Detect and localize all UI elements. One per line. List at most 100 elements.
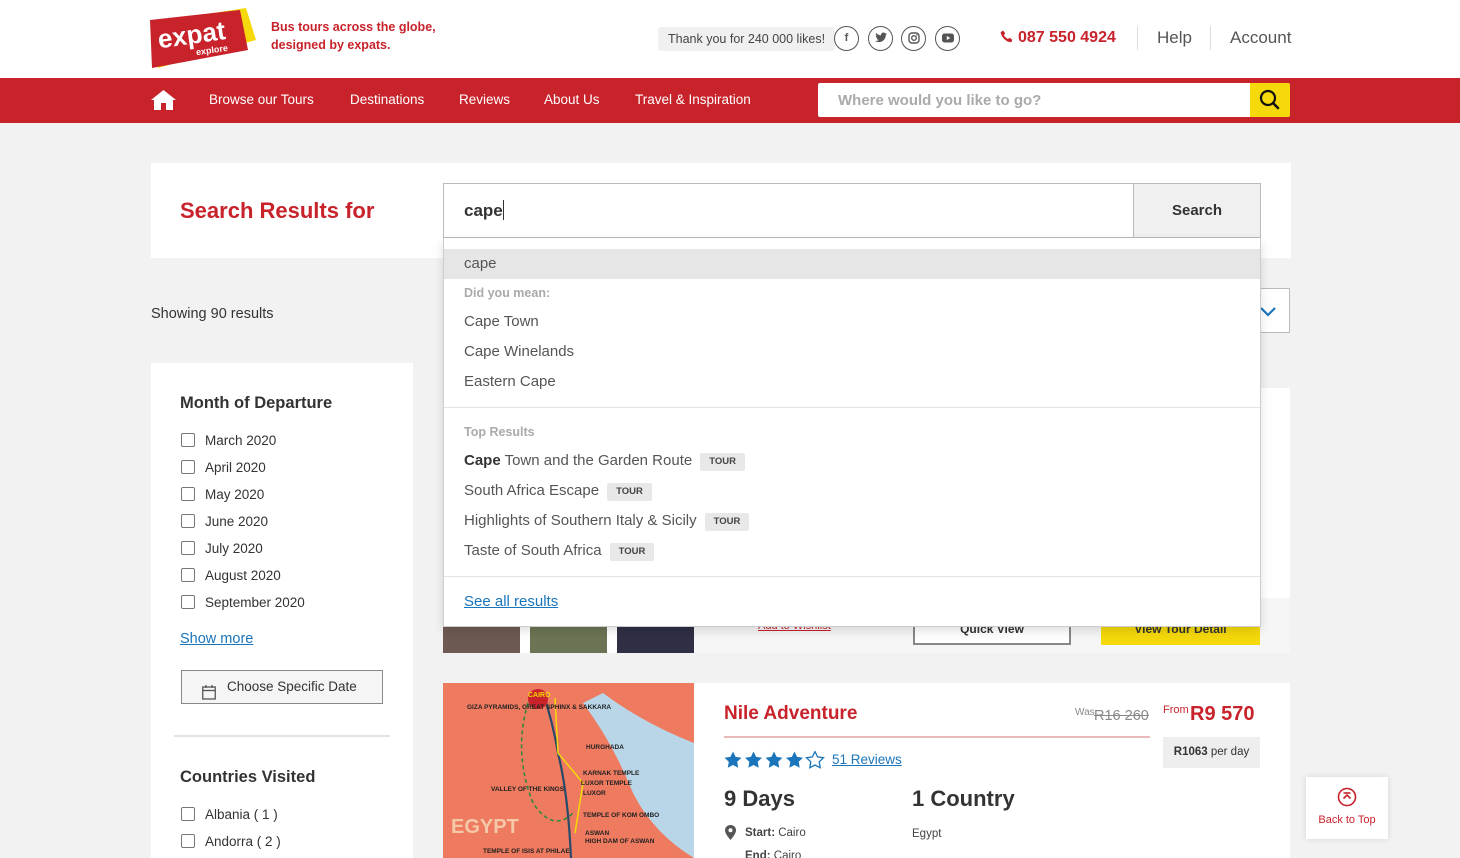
star-icon — [724, 751, 742, 768]
month-filter-option[interactable]: May 2020 — [181, 487, 264, 503]
did-you-mean-label: Did you mean: — [464, 286, 551, 300]
top-result-item[interactable]: Highlights of Southern Italy & Sicily TOU… — [464, 512, 750, 531]
svg-text:HURGHADA: HURGHADA — [586, 744, 624, 751]
star-half-icon — [805, 750, 825, 769]
checkbox[interactable] — [181, 541, 195, 555]
show-more-link[interactable]: Show more — [180, 630, 253, 648]
month-filter-option[interactable]: March 2020 — [181, 433, 276, 449]
svg-text:EGYPT: EGYPT — [451, 816, 519, 838]
expat-explore-logo[interactable]: expat explore — [150, 8, 256, 68]
nav-search-button[interactable] — [1250, 83, 1290, 117]
top-result-item[interactable]: Cape Town and the Garden Route TOUR — [464, 452, 745, 471]
nav-browse-tours[interactable]: Browse our Tours — [209, 92, 314, 108]
phone-label: 087 550 4924 — [1018, 29, 1116, 46]
tour-tag: TOUR — [704, 513, 750, 531]
suggestion-eastern-cape[interactable]: Eastern Cape — [464, 373, 556, 391]
svg-text:GIZA PYRAMIDS, GREAT SPHINX &: GIZA PYRAMIDS, GREAT SPHINX & SAKKARA — [467, 704, 611, 711]
see-all-results-link[interactable]: See all results — [464, 593, 558, 611]
dropdown-divider — [444, 407, 1260, 408]
svg-text:TEMPLE OF KOM OMBO: TEMPLE OF KOM OMBO — [583, 812, 659, 819]
tour-country-count: 1 Country — [912, 786, 1015, 811]
arrow-up-icon — [1337, 787, 1357, 807]
account-link[interactable]: Account — [1230, 28, 1291, 48]
month-filter-option[interactable]: July 2020 — [181, 541, 263, 557]
facebook-icon[interactable]: f — [834, 26, 859, 51]
top-results-label: Top Results — [464, 425, 535, 439]
search-results-title: Search Results for — [180, 198, 375, 223]
checkbox[interactable] — [181, 487, 195, 501]
checkbox[interactable] — [181, 595, 195, 609]
choose-specific-date-button[interactable]: Choose Specific Date — [181, 670, 383, 704]
back-to-top-button[interactable]: Back to Top — [1306, 777, 1388, 839]
tour-price: R9 570 — [1190, 703, 1255, 725]
month-of-departure-title: Month of Departure — [180, 394, 333, 412]
youtube-icon[interactable] — [935, 26, 960, 51]
countries-visited-title: Countries Visited — [180, 768, 316, 786]
svg-text:CAIRO: CAIRO — [528, 692, 551, 699]
suggestion-current[interactable] — [444, 249, 1260, 279]
top-result-item[interactable]: Taste of South Africa TOUR — [464, 542, 655, 561]
svg-text:VALLEY OF THE KINGS: VALLEY OF THE KINGS — [491, 786, 565, 793]
nav-destinations[interactable]: Destinations — [350, 92, 424, 108]
checkbox[interactable] — [181, 807, 195, 821]
country-filter-option[interactable]: Albania ( 1 ) — [181, 807, 278, 823]
tour-country-list: Egypt — [912, 828, 942, 840]
nav-search-input[interactable] — [818, 83, 1250, 117]
checkbox[interactable] — [181, 568, 195, 582]
month-filter-option[interactable]: August 2020 — [181, 568, 281, 584]
search-icon — [1259, 89, 1280, 110]
suggestion-cape-winelands[interactable]: Cape Winelands — [464, 343, 574, 361]
price-per-day: R1063 per day — [1163, 737, 1260, 768]
svg-text:HIGH DAM OF ASWAN: HIGH DAM OF ASWAN — [585, 838, 655, 845]
tour-end: End: Cairo — [745, 850, 802, 858]
from-label: From — [1163, 704, 1189, 716]
title-underline — [724, 736, 1150, 738]
tour-tag: TOUR — [700, 453, 745, 471]
star-icon — [786, 751, 803, 768]
checkbox[interactable] — [181, 834, 195, 848]
nav-reviews[interactable]: Reviews — [459, 92, 510, 108]
search-input[interactable]: cape — [443, 183, 1134, 238]
svg-text:TEMPLE OF ISIS AT PHILAE: TEMPLE OF ISIS AT PHILAE — [483, 848, 570, 855]
search-query: cape — [464, 201, 503, 220]
star-icon — [765, 751, 783, 768]
calendar-icon — [202, 680, 216, 712]
month-filter-option[interactable]: June 2020 — [181, 514, 268, 530]
star-icon — [745, 751, 762, 768]
svg-text:ASWAN: ASWAN — [585, 830, 610, 837]
tour-map-image[interactable]: CAIRO GIZA PYRAMIDS, GREAT SPHINX & SAKK… — [443, 683, 694, 858]
country-filter-option[interactable]: Andorra ( 2 ) — [181, 834, 281, 850]
help-link[interactable]: Help — [1157, 28, 1192, 48]
instagram-icon[interactable] — [901, 26, 926, 51]
suggestion-cape-town[interactable]: Cape Town — [464, 313, 539, 331]
checkbox[interactable] — [181, 514, 195, 528]
month-filter-option[interactable]: April 2020 — [181, 460, 266, 476]
results-count: Showing 90 results — [151, 306, 274, 322]
phone-icon — [1000, 28, 1014, 48]
nav-travel-inspiration[interactable]: Travel & Inspiration — [635, 92, 751, 108]
home-icon[interactable] — [151, 90, 176, 115]
was-price: R16 260 — [1094, 708, 1149, 724]
checkbox[interactable] — [181, 433, 195, 447]
checkbox[interactable] — [181, 460, 195, 474]
phone-number[interactable]: 087 550 4924 — [1000, 28, 1116, 48]
suggestion-current-label[interactable]: cape — [464, 255, 497, 273]
twitter-icon[interactable] — [868, 26, 893, 51]
reviews-link[interactable]: 51 Reviews — [832, 752, 902, 768]
month-filter-option[interactable]: September 2020 — [181, 595, 305, 611]
top-result-item[interactable]: South Africa Escape TOUR — [464, 482, 652, 501]
svg-text:LUXOR TEMPLE: LUXOR TEMPLE — [581, 780, 633, 787]
tour-start: Start: Cairo — [745, 827, 806, 839]
likes-counter: Thank you for 240 000 likes! — [658, 27, 836, 51]
tour-name[interactable]: Nile Adventure — [724, 702, 857, 726]
location-pin-icon — [725, 825, 736, 845]
tour-duration: 9 Days — [724, 786, 795, 811]
svg-text:LUXOR: LUXOR — [583, 790, 606, 797]
main-nav: Browse our Tours Destinations Reviews Ab… — [0, 78, 1460, 123]
tour-tag: TOUR — [609, 543, 655, 561]
nav-about-us[interactable]: About Us — [544, 92, 600, 108]
top-header: expat explore Bus tours across the globe… — [0, 0, 1460, 78]
tour-tag: TOUR — [607, 483, 652, 501]
search-button[interactable]: Search — [1133, 183, 1261, 238]
filter-divider — [174, 735, 390, 737]
